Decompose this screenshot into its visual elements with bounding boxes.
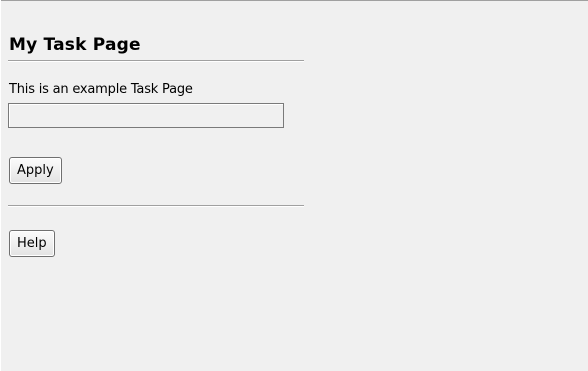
window-left-edge <box>0 0 1 371</box>
help-button[interactable]: Help <box>9 230 55 257</box>
page-title: My Task Page <box>9 35 141 55</box>
task-text-field[interactable] <box>8 103 284 128</box>
task-description: This is an example Task Page <box>9 82 193 97</box>
window-top-border <box>0 0 588 1</box>
apply-button[interactable]: Apply <box>9 157 62 184</box>
task-page-panel: My Task Page This is an example Task Pag… <box>8 34 304 257</box>
title-divider <box>8 60 304 62</box>
